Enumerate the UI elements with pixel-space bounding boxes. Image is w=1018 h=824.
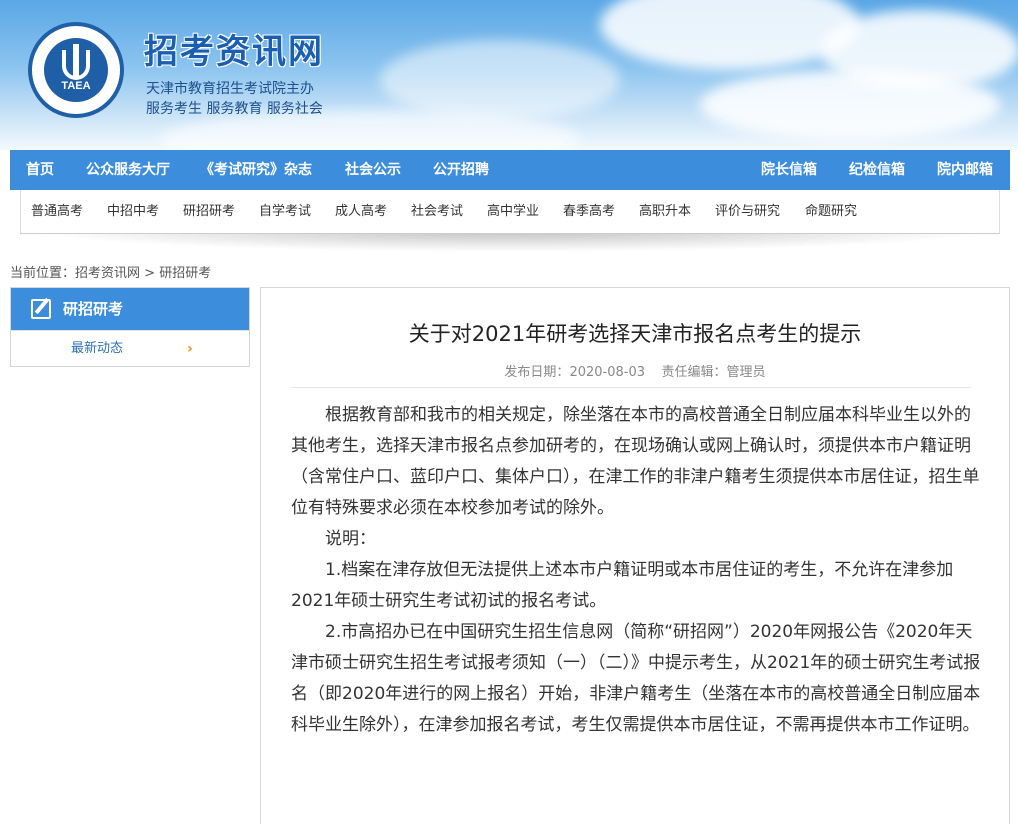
sub-nav-item[interactable]: 中招中考: [107, 190, 159, 234]
sub-nav-item[interactable]: 春季高考: [563, 190, 615, 234]
main-nav-item-discipline-mailbox[interactable]: 纪检信箱: [849, 150, 905, 190]
sidebar-item-latest-news[interactable]: 最新动态 ›: [11, 330, 249, 366]
main-nav-item-journal[interactable]: 《考试研究》杂志: [200, 150, 312, 190]
article-panel: 关于对2021年研考选择天津市报名点考生的提示 发布日期：2020-08-03 …: [260, 287, 1010, 824]
article-paragraph: 说明：: [325, 529, 376, 549]
sub-nav-item[interactable]: 普通高考: [31, 190, 83, 234]
cloud-decoration: [700, 70, 1000, 140]
article-paragraph: 2.市高招办已在中国研究生招生信息网（简称“研招网”）2020年网报公告《202…: [291, 622, 981, 735]
site-subtitle: 天津市教育招生考试院主办: [146, 81, 314, 97]
site-slogan: 服务考生 服务教育 服务社会: [146, 101, 323, 117]
article-paragraph: 根据教育部和我市的相关规定，除坐落在本市的高校普通全日制应届本科毕业生以外的其他…: [291, 405, 980, 518]
sub-nav-item[interactable]: 高职升本: [639, 190, 691, 234]
sidebar: 研招研考 最新动态 ›: [10, 287, 250, 367]
logo-text: TAEA: [61, 80, 91, 92]
article-paragraph: 1.档案在津存放但无法提供上述本市户籍证明或本市居住证的考生，不允许在津参加20…: [291, 560, 954, 611]
sub-nav-item[interactable]: 成人高考: [335, 190, 387, 234]
header-banner: TAEA 招考资讯网 天津市教育招生考试院主办 服务考生 服务教育 服务社会: [0, 0, 1018, 150]
site-title[interactable]: 招考资讯网: [144, 24, 324, 73]
logo-emblem-icon: TAEA: [44, 38, 108, 102]
main-nav-item-recruitment[interactable]: 公开招聘: [433, 150, 489, 190]
sub-nav-item[interactable]: 自学考试: [259, 190, 311, 234]
breadcrumb-home-link[interactable]: 招考资讯网: [75, 266, 140, 281]
cloud-decoration: [600, 0, 860, 70]
sub-nav-item[interactable]: 社会考试: [411, 190, 463, 234]
article-body: 根据教育部和我市的相关规定，除坐落在本市的高校普通全日制应届本科毕业生以外的其他…: [291, 400, 981, 741]
sidebar-item-label: 最新动态: [71, 341, 124, 356]
main-nav: 首页 公众服务大厅 《考试研究》杂志 社会公示 公开招聘 院长信箱 纪检信箱 院…: [10, 150, 1010, 190]
sidebar-title: 研招研考: [63, 300, 124, 318]
publish-date: 2020-08-03: [569, 365, 645, 380]
edit-icon: [31, 299, 51, 319]
sidebar-header: 研招研考: [11, 288, 249, 330]
article-title: 关于对2021年研考选择天津市报名点考生的提示: [408, 322, 862, 346]
chevron-right-icon: ›: [187, 341, 193, 357]
editor-label: 责任编辑：: [661, 365, 727, 380]
main-nav-item-home[interactable]: 首页: [26, 150, 54, 190]
breadcrumb-separator: >: [144, 266, 156, 281]
article-meta: 发布日期：2020-08-03 责任编辑：管理员: [261, 361, 1009, 380]
cloud-decoration: [380, 40, 620, 120]
main-nav-item-public-service[interactable]: 公众服务大厅: [86, 150, 170, 190]
sub-nav-item[interactable]: 评价与研究: [715, 190, 780, 234]
logo[interactable]: TAEA: [28, 22, 124, 118]
main-nav-item-internal-mail[interactable]: 院内邮箱: [937, 150, 993, 190]
breadcrumb: 当前位置：招考资讯网 > 研招研考: [10, 262, 211, 281]
editor-name: 管理员: [726, 365, 766, 380]
divider: [291, 387, 971, 388]
sub-nav: 普通高考 中招中考 研招研考 自学考试 成人高考 社会考试 高中学业 春季高考 …: [20, 190, 1000, 234]
main-nav-item-public-notice[interactable]: 社会公示: [345, 150, 401, 190]
breadcrumb-current-link[interactable]: 研招研考: [159, 266, 211, 281]
sub-nav-item[interactable]: 研招研考: [183, 190, 235, 234]
main-nav-item-president-mailbox[interactable]: 院长信箱: [761, 150, 817, 190]
breadcrumb-prefix: 当前位置：: [10, 266, 76, 281]
date-label: 发布日期：: [504, 365, 570, 380]
sub-nav-item[interactable]: 命题研究: [805, 190, 857, 234]
sub-nav-item[interactable]: 高中学业: [487, 190, 539, 234]
